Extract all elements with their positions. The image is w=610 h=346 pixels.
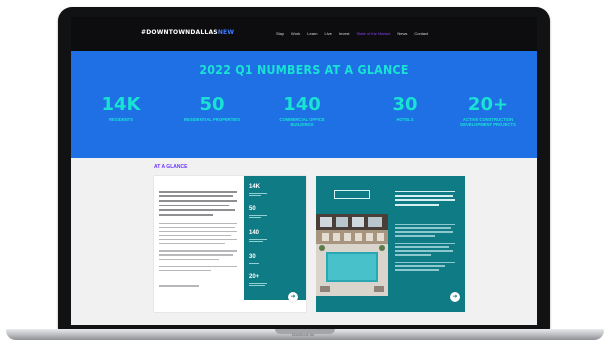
stat-label: ACTIVE CONSTRUCTION DEVELOPMENT PROJECTS	[460, 117, 516, 127]
card-stat-value: 20+	[249, 274, 260, 280]
card-stat-caption	[249, 192, 267, 194]
heading-line	[159, 209, 235, 211]
card-stat-caption	[249, 238, 267, 240]
stat-value: 50	[199, 94, 225, 115]
rooftop-pool-illustration	[316, 214, 388, 296]
next-arrow-button[interactable]: ➜	[450, 292, 460, 302]
stat-office-buildings: 140 COMMERCIAL OFFICE BUILDINGS	[269, 94, 335, 128]
body-line	[159, 285, 199, 287]
card-stats-column: 14K 50 140 30 20+	[244, 176, 306, 300]
report-card-left[interactable]: 14K 50 140 30 20+ ➜	[154, 176, 306, 312]
heading-line	[159, 204, 229, 207]
card-stat: 140	[249, 230, 267, 242]
stat-residents: 14K RESIDENTS	[93, 94, 149, 123]
stat-residential-properties: 50 RESIDENTIAL PROPERTIES	[175, 94, 249, 123]
card-stat-value: 30	[249, 254, 256, 260]
body-line	[159, 226, 235, 228]
body-line	[395, 235, 435, 237]
stat-label: HOTELS	[396, 117, 414, 122]
card-stat: 20+	[249, 274, 267, 286]
body-line	[395, 246, 449, 248]
stat-label: RESIDENTIAL PROPERTIES	[184, 117, 240, 122]
card-stat-caption	[249, 214, 267, 216]
body-line	[159, 269, 211, 272]
logo-accent: NEW	[217, 29, 235, 36]
card-text-block	[159, 188, 239, 287]
stat-label: RESIDENTS	[109, 117, 133, 122]
stat-label: COMMERCIAL OFFICE BUILDINGS	[279, 117, 325, 127]
heading-line	[395, 199, 455, 202]
nav-link-work[interactable]: Work	[291, 31, 300, 36]
body-line	[395, 227, 451, 229]
body-line	[159, 222, 237, 224]
main-nav: Stay Work Learn Live Invest State of the…	[276, 31, 428, 36]
card-footer	[154, 300, 306, 312]
body-line	[395, 223, 455, 225]
stat-construction-projects: 20+ ACTIVE CONSTRUCTION DEVELOPMENT PROJ…	[453, 94, 523, 128]
laptop-label: MacBook Air	[292, 332, 315, 337]
report-card-right[interactable]: ➜	[316, 176, 465, 312]
next-arrow-button[interactable]: ➜	[288, 292, 298, 302]
body-line	[395, 231, 453, 233]
heading-line	[395, 203, 439, 206]
nav-link-live[interactable]: Live	[325, 31, 332, 36]
stat-value: 14K	[101, 94, 141, 115]
nav-link-stay[interactable]: Stay	[276, 31, 284, 36]
nav-link-state-of-market[interactable]: State of the Market	[357, 31, 391, 36]
card-cta-button[interactable]	[334, 190, 370, 199]
heading-line	[395, 194, 453, 197]
card-stat-value: 14K	[249, 184, 261, 190]
card-stat-caption	[249, 262, 259, 264]
screen: #DOWNTOWNDALLASNEW Stay Work Learn Live …	[71, 17, 537, 325]
card-stat-caption	[249, 195, 261, 196]
nav-link-contact[interactable]: Contact	[414, 31, 428, 36]
body-line	[395, 250, 453, 252]
card-stat-caption	[249, 217, 261, 218]
site-logo[interactable]: #DOWNTOWNDALLASNEW	[141, 29, 234, 36]
stats-title: 2022 Q1 NUMBERS AT A GLANCE	[199, 63, 409, 77]
body-line	[159, 254, 233, 256]
card-stat-caption	[249, 241, 263, 242]
body-line	[395, 269, 439, 271]
stat-value: 140	[283, 94, 321, 115]
body-line	[159, 243, 225, 245]
card-stat-caption	[249, 282, 267, 284]
body-line	[395, 254, 431, 256]
heading-line	[159, 195, 233, 198]
body-line	[159, 234, 231, 237]
arrow-right-icon: ➜	[452, 294, 458, 300]
logo-text: #DOWNTOWNDALLAS	[141, 29, 218, 36]
card-text-block	[395, 188, 457, 271]
arrow-right-icon: ➜	[290, 294, 296, 300]
section-heading: AT A GLANCE	[154, 164, 188, 170]
card-stat: 50	[249, 206, 267, 218]
body-line	[159, 265, 237, 268]
nav-link-invest[interactable]: Invest	[339, 31, 350, 36]
body-line	[395, 242, 455, 244]
card-stat-value: 50	[249, 206, 256, 212]
body-line	[159, 250, 237, 252]
card-stat: 14K	[249, 184, 267, 196]
stat-hotels: 30 HOTELS	[379, 94, 431, 123]
rooftop-pool-photo	[316, 214, 388, 296]
nav-link-learn[interactable]: Learn	[307, 31, 317, 36]
body-line	[159, 230, 237, 233]
body-line	[159, 238, 237, 241]
content-area: AT A GLANCE 14K 50 140 30 20+ ➜ ➜	[71, 158, 537, 325]
card-stat-value: 140	[249, 230, 260, 236]
heading-line	[159, 199, 237, 202]
stat-value: 20+	[467, 94, 509, 115]
site-header: #DOWNTOWNDALLASNEW Stay Work Learn Live …	[71, 17, 537, 51]
body-line	[159, 258, 219, 260]
heading-line	[159, 190, 237, 193]
card-stat-caption	[249, 285, 265, 286]
heading-line	[159, 213, 213, 216]
body-line	[395, 261, 455, 263]
stat-value: 30	[392, 94, 418, 115]
stats-band: 2022 Q1 NUMBERS AT A GLANCE 14K RESIDENT…	[71, 51, 537, 158]
nav-link-news[interactable]: News	[397, 31, 407, 36]
card-stat: 30	[249, 254, 259, 264]
heading-line	[395, 190, 455, 193]
body-line	[395, 265, 445, 267]
